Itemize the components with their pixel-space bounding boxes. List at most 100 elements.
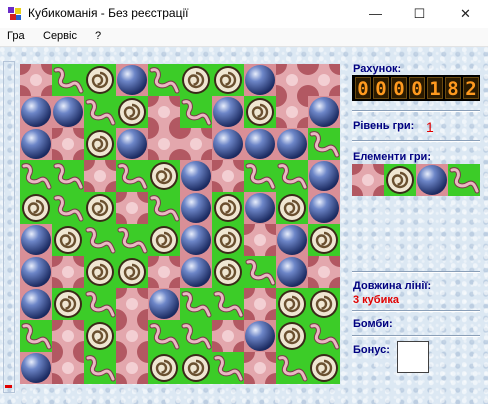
menu-game[interactable]: Гра xyxy=(7,30,25,42)
board-tile-pink[interactable] xyxy=(20,64,52,96)
board-tile-worm[interactable] xyxy=(52,192,84,224)
board-tile-worm[interactable] xyxy=(148,64,180,96)
board-tile-pink[interactable] xyxy=(212,320,244,352)
board-tile-ball[interactable] xyxy=(244,320,276,352)
board-tile-ball[interactable] xyxy=(148,288,180,320)
board-tile-worm[interactable] xyxy=(276,352,308,384)
board-tile-ball[interactable] xyxy=(276,256,308,288)
board-tile-worm[interactable] xyxy=(180,320,212,352)
board-tile-pink[interactable] xyxy=(180,128,212,160)
board-tile-ball[interactable] xyxy=(180,160,212,192)
board-tile-swirl[interactable] xyxy=(212,64,244,96)
board-tile-pink[interactable] xyxy=(84,160,116,192)
board-tile-ball[interactable] xyxy=(20,352,52,384)
board-tile-swirl[interactable] xyxy=(148,160,180,192)
board-tile-ball[interactable] xyxy=(308,96,340,128)
minimize-button[interactable]: — xyxy=(353,0,398,28)
close-button[interactable]: ✕ xyxy=(443,0,488,28)
board-tile-ball[interactable] xyxy=(180,256,212,288)
board-tile-pink[interactable] xyxy=(148,96,180,128)
menu-help[interactable]: ? xyxy=(95,30,101,42)
board-tile-worm[interactable] xyxy=(148,320,180,352)
board-tile-worm[interactable] xyxy=(84,224,116,256)
board-tile-ball[interactable] xyxy=(244,128,276,160)
board-tile-worm[interactable] xyxy=(148,192,180,224)
board-tile-swirl[interactable] xyxy=(116,96,148,128)
board-tile-pink[interactable] xyxy=(116,352,148,384)
board-tile-ball[interactable] xyxy=(308,192,340,224)
board-tile-worm[interactable] xyxy=(116,224,148,256)
board-tile-ball[interactable] xyxy=(20,128,52,160)
board-tile-pink[interactable] xyxy=(116,192,148,224)
board-tile-worm[interactable] xyxy=(20,320,52,352)
board-tile-swirl[interactable] xyxy=(20,192,52,224)
board-tile-worm[interactable] xyxy=(276,160,308,192)
board-tile-pink[interactable] xyxy=(212,160,244,192)
board-tile-swirl[interactable] xyxy=(212,256,244,288)
board-tile-ball[interactable] xyxy=(212,128,244,160)
board-tile-ball[interactable] xyxy=(276,224,308,256)
board-tile-worm[interactable] xyxy=(116,160,148,192)
board-tile-pink[interactable] xyxy=(148,256,180,288)
board-tile-swirl[interactable] xyxy=(276,320,308,352)
board-tile-swirl[interactable] xyxy=(212,192,244,224)
board-tile-ball[interactable] xyxy=(116,128,148,160)
board-tile-ball[interactable] xyxy=(244,64,276,96)
board-tile-pink[interactable] xyxy=(244,352,276,384)
board-tile-pink[interactable] xyxy=(308,256,340,288)
board-tile-swirl[interactable] xyxy=(84,192,116,224)
board-tile-worm[interactable] xyxy=(308,320,340,352)
board-tile-pink[interactable] xyxy=(52,256,84,288)
board-tile-pink[interactable] xyxy=(244,224,276,256)
board-tile-worm[interactable] xyxy=(84,352,116,384)
board-tile-swirl[interactable] xyxy=(84,256,116,288)
board-tile-swirl[interactable] xyxy=(180,352,212,384)
board-tile-swirl[interactable] xyxy=(52,224,84,256)
board-tile-pink[interactable] xyxy=(52,320,84,352)
board-tile-swirl[interactable] xyxy=(244,96,276,128)
board-tile-swirl[interactable] xyxy=(180,64,212,96)
board-tile-swirl[interactable] xyxy=(308,352,340,384)
board-tile-pink[interactable] xyxy=(52,352,84,384)
board-tile-ball[interactable] xyxy=(180,192,212,224)
board-tile-worm[interactable] xyxy=(244,160,276,192)
board-tile-pink[interactable] xyxy=(148,128,180,160)
board-tile-ball[interactable] xyxy=(20,288,52,320)
board-tile-worm[interactable] xyxy=(308,128,340,160)
menu-service[interactable]: Сервіс xyxy=(43,30,77,42)
board-tile-swirl[interactable] xyxy=(52,288,84,320)
board-tile-ball[interactable] xyxy=(20,256,52,288)
board-tile-pink[interactable] xyxy=(116,320,148,352)
board-tile-ball[interactable] xyxy=(20,96,52,128)
board-tile-pink[interactable] xyxy=(244,288,276,320)
board-tile-worm[interactable] xyxy=(52,64,84,96)
board-tile-ball[interactable] xyxy=(52,96,84,128)
game-board[interactable] xyxy=(20,64,340,384)
board-tile-pink[interactable] xyxy=(52,128,84,160)
board-tile-pink[interactable] xyxy=(308,64,340,96)
board-tile-ball[interactable] xyxy=(276,128,308,160)
board-tile-pink[interactable] xyxy=(276,64,308,96)
board-tile-swirl[interactable] xyxy=(276,192,308,224)
board-tile-swirl[interactable] xyxy=(148,352,180,384)
board-tile-swirl[interactable] xyxy=(308,288,340,320)
board-tile-worm[interactable] xyxy=(212,352,244,384)
board-tile-ball[interactable] xyxy=(308,160,340,192)
board-tile-ball[interactable] xyxy=(116,64,148,96)
board-tile-worm[interactable] xyxy=(84,96,116,128)
board-tile-worm[interactable] xyxy=(180,96,212,128)
board-tile-swirl[interactable] xyxy=(148,224,180,256)
board-tile-ball[interactable] xyxy=(212,96,244,128)
board-tile-pink[interactable] xyxy=(276,96,308,128)
board-tile-ball[interactable] xyxy=(180,224,212,256)
maximize-button[interactable]: ☐ xyxy=(397,0,442,28)
board-tile-worm[interactable] xyxy=(20,160,52,192)
board-tile-swirl[interactable] xyxy=(84,320,116,352)
board-tile-swirl[interactable] xyxy=(212,224,244,256)
board-tile-swirl[interactable] xyxy=(308,224,340,256)
board-tile-ball[interactable] xyxy=(244,192,276,224)
board-tile-swirl[interactable] xyxy=(116,256,148,288)
board-tile-worm[interactable] xyxy=(244,256,276,288)
board-tile-worm[interactable] xyxy=(212,288,244,320)
board-tile-swirl[interactable] xyxy=(84,64,116,96)
